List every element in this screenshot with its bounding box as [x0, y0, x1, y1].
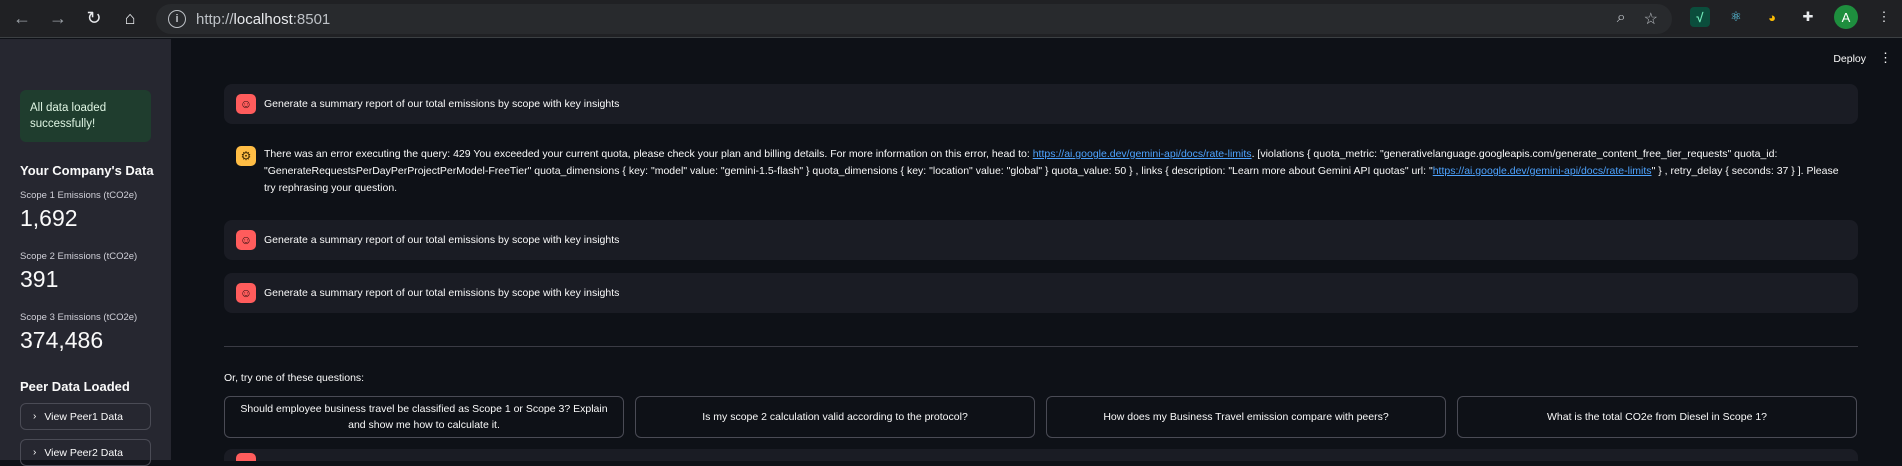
site-info-icon[interactable]: i — [168, 10, 186, 28]
main-content: Deploy ⋮ ☺ Generate a summary report of … — [171, 39, 1902, 461]
profile-avatar[interactable]: A — [1834, 5, 1858, 29]
success-alert: All data loaded successfully! — [20, 90, 151, 142]
address-bar[interactable]: i http://localhost:8501 ⌕ ☆ — [156, 4, 1672, 34]
suggestions-label: Or, try one of these questions: — [224, 372, 365, 384]
bookmark-star-icon[interactable]: ☆ — [1644, 9, 1658, 29]
chevron-right-icon: › — [33, 411, 37, 422]
error-message-text: There was an error executing the query: … — [264, 146, 1846, 206]
reload-icon[interactable]: ↻ — [80, 5, 108, 33]
chat-message-assistant: ⚙ There was an error executing the query… — [224, 146, 1858, 206]
browser-toolbar: ← → ↻ ⌂ i http://localhost:8501 ⌕ ☆ √ ⚛ … — [0, 0, 1902, 38]
rate-limits-link-2[interactable]: https://ai.google.dev/gemini-api/docs/ra… — [1433, 165, 1652, 177]
peer-data-title: Peer Data Loaded — [20, 379, 130, 394]
chat-message-user: ☺ Generate a summary report of our total… — [224, 84, 1858, 124]
scope2-label: Scope 2 Emissions (tCO2e) — [20, 251, 138, 262]
chevron-right-icon: › — [33, 447, 37, 458]
suggestion-button-4[interactable]: What is the total CO2e from Diesel in Sc… — [1457, 396, 1857, 438]
kebab-menu-icon[interactable]: ⋮ — [1879, 50, 1892, 66]
extension-chrome-icon[interactable]: ◕ — [1762, 7, 1782, 27]
rate-limits-link[interactable]: https://ai.google.dev/gemini-api/docs/ra… — [1033, 148, 1252, 160]
message-text: Generate a summary report of our total e… — [264, 233, 620, 246]
divider — [224, 346, 1858, 347]
scope3-value: 374,486 — [20, 327, 104, 353]
suggestion-button-1[interactable]: Should employee business travel be class… — [224, 396, 624, 438]
extensions-puzzle-icon[interactable]: ✚ — [1798, 7, 1818, 27]
chat-message-partial — [224, 449, 1858, 461]
scope2-value: 391 — [20, 266, 59, 292]
extension-react-icon[interactable]: ⚛ — [1726, 7, 1746, 27]
url-text[interactable]: http://localhost:8501 — [196, 11, 330, 28]
user-avatar-icon: ☺ — [236, 94, 256, 114]
peer1-label: View Peer1 Data — [44, 410, 123, 423]
view-peer1-button[interactable]: › View Peer1 Data — [20, 403, 151, 430]
scope1-label: Scope 1 Emissions (tCO2e) — [20, 190, 138, 201]
message-text: Generate a summary report of our total e… — [264, 97, 620, 110]
chat-message-user: ☺ Generate a summary report of our total… — [224, 220, 1858, 260]
browser-menu-icon[interactable]: ⋮ — [1874, 7, 1894, 27]
chat-message-user: ☺ Generate a summary report of our total… — [224, 273, 1858, 313]
url-port: :8501 — [292, 10, 331, 28]
peer2-label: View Peer2 Data — [44, 446, 123, 459]
back-icon[interactable]: ← — [8, 5, 36, 33]
company-data-title: Your Company's Data — [20, 163, 154, 178]
view-peer2-button[interactable]: › View Peer2 Data — [20, 439, 151, 466]
sidebar: All data loaded successfully! Your Compa… — [0, 39, 171, 466]
message-text: Generate a summary report of our total e… — [264, 286, 620, 299]
suggestion-button-2[interactable]: Is my scope 2 calculation valid accordin… — [635, 396, 1035, 438]
zoom-icon[interactable]: ⌕ — [1617, 9, 1626, 29]
extension-v-icon[interactable]: √ — [1690, 7, 1710, 27]
user-avatar-icon: ☺ — [236, 230, 256, 250]
error-text-part1: There was an error executing the query: … — [264, 148, 1033, 160]
url-scheme: http:// — [196, 10, 234, 28]
url-host: localhost — [233, 10, 293, 28]
suggestion-button-3[interactable]: How does my Business Travel emission com… — [1046, 396, 1446, 438]
home-icon[interactable]: ⌂ — [116, 5, 144, 33]
deploy-button[interactable]: Deploy — [1833, 53, 1866, 65]
scope1-value: 1,692 — [20, 205, 78, 231]
scope3-label: Scope 3 Emissions (tCO2e) — [20, 312, 138, 323]
forward-icon[interactable]: → — [44, 5, 72, 33]
bot-avatar-icon: ⚙ — [236, 146, 256, 166]
user-avatar-icon: ☺ — [236, 283, 256, 303]
